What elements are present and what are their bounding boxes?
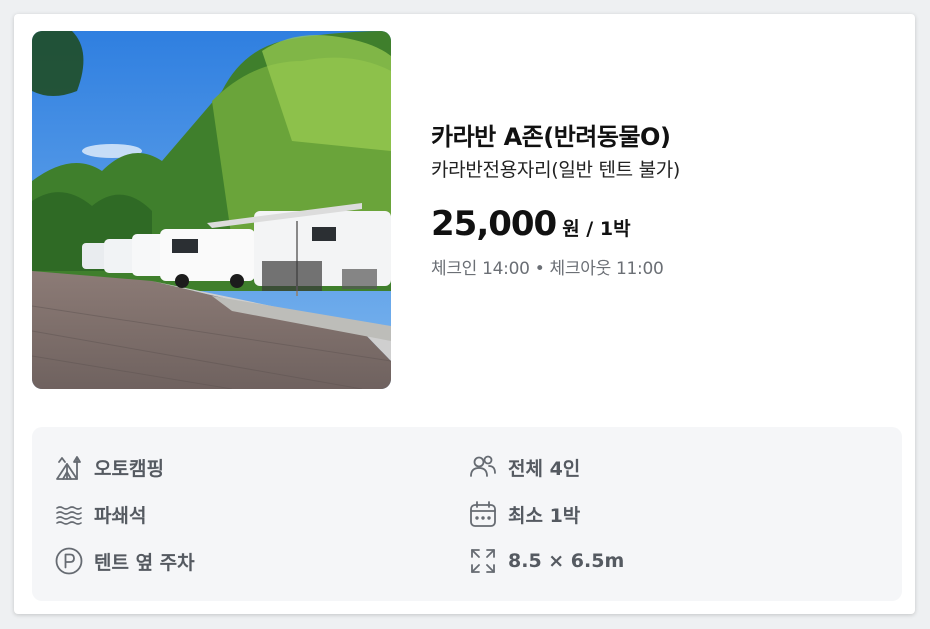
feature-min-nights: 최소 1박: [468, 499, 580, 529]
price-row: 25,000 원 / 1박: [431, 204, 891, 244]
calendar-icon: [468, 499, 498, 529]
features-panel: 오토캠핑 전체 4인 파쇄석 최소 1박 텐트 옆 주차 8.5 × 6.5m: [32, 427, 902, 601]
feature-capacity: 전체 4인: [468, 452, 580, 482]
price-unit: 원 / 1박: [562, 218, 631, 240]
listing-card[interactable]: 카라반 A존(반려동물O) 카라반전용자리(일반 텐트 불가) 25,000 원…: [14, 14, 915, 614]
feature-site-size: 8.5 × 6.5m: [468, 546, 624, 576]
listing-title: 카라반 A존(반려동물O): [431, 123, 671, 151]
parking-icon: [54, 546, 84, 576]
price-amount: 25,000: [431, 204, 557, 244]
listing-subtitle: 카라반전용자리(일반 텐트 불가): [431, 159, 681, 181]
feature-label: 8.5 × 6.5m: [508, 550, 625, 572]
gravel-icon: [54, 499, 84, 529]
feature-label: 텐트 옆 주차: [94, 551, 195, 574]
feature-auto-camping: 오토캠핑: [54, 452, 164, 482]
feature-label: 오토캠핑: [94, 457, 164, 480]
campsite-photo[interactable]: [32, 31, 391, 389]
feature-gravel: 파쇄석: [54, 499, 146, 529]
listing-info: 카라반 A존(반려동물O) 카라반전용자리(일반 텐트 불가) 25,000 원…: [431, 120, 891, 279]
feature-label: 파쇄석: [94, 504, 147, 527]
tent-icon: [54, 452, 84, 482]
expand-icon: [468, 546, 498, 576]
feature-parking: 텐트 옆 주차: [54, 546, 195, 576]
people-icon: [468, 452, 498, 482]
feature-label: 전체 4인: [508, 457, 581, 480]
checkin-checkout-times: 체크인 14:00 • 체크아웃 11:00: [431, 259, 664, 279]
feature-label: 최소 1박: [508, 504, 581, 527]
